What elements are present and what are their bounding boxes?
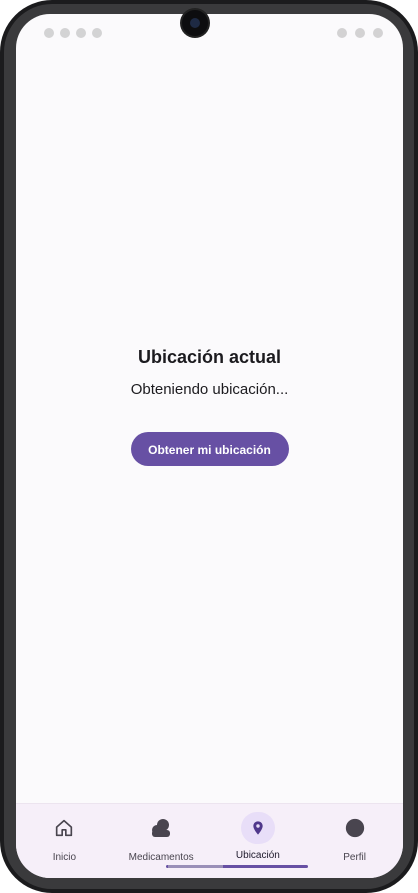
- home-icon: [56, 819, 73, 837]
- nav-icon-container: [338, 812, 372, 844]
- status-bar-left-icons: [44, 28, 102, 38]
- front-camera: [182, 10, 208, 36]
- signal-icon: [337, 28, 347, 38]
- notification-icon: [76, 28, 86, 38]
- notification-icon: [60, 28, 70, 38]
- notification-icon: [44, 28, 54, 38]
- profile-icon: [345, 818, 364, 838]
- location-content: Ubicación actual Obteniendo ubicación...…: [16, 344, 403, 466]
- battery-icon: [373, 28, 383, 38]
- nav-label-medicamentos: Medicamentos: [128, 852, 194, 863]
- get-location-button[interactable]: Obtener mi ubicación: [130, 432, 289, 466]
- nav-icon-container: [144, 812, 178, 844]
- nav-label-perfil: Perfil: [343, 852, 367, 863]
- bottom-navigation-bar: Inicio Medicamentos Ubicación Perfil: [16, 803, 403, 878]
- status-bar: [16, 14, 403, 52]
- device-frame: Ubicación actual Obteniendo ubicación...…: [0, 0, 418, 893]
- nav-active-indicator: [240, 812, 275, 844]
- nav-item-perfil[interactable]: Perfil: [306, 804, 403, 878]
- wifi-icon: [355, 28, 365, 38]
- notification-icon: [92, 28, 102, 38]
- status-bar-right-icons: [337, 28, 383, 38]
- nav-label-ubicacion: Ubicación: [235, 850, 280, 861]
- gesture-home-indicator-shadow: [168, 865, 223, 868]
- medicine-icon: [152, 819, 171, 837]
- page-title: Ubicación actual: [137, 347, 282, 367]
- nav-item-inicio[interactable]: Inicio: [16, 804, 113, 878]
- nav-label-inicio: Inicio: [52, 852, 77, 863]
- nav-icon-container: [47, 812, 81, 844]
- location-icon: [253, 821, 263, 835]
- location-status-text: Obteniendo ubicación...: [130, 381, 289, 398]
- app-screen: Ubicación actual Obteniendo ubicación...…: [16, 14, 403, 878]
